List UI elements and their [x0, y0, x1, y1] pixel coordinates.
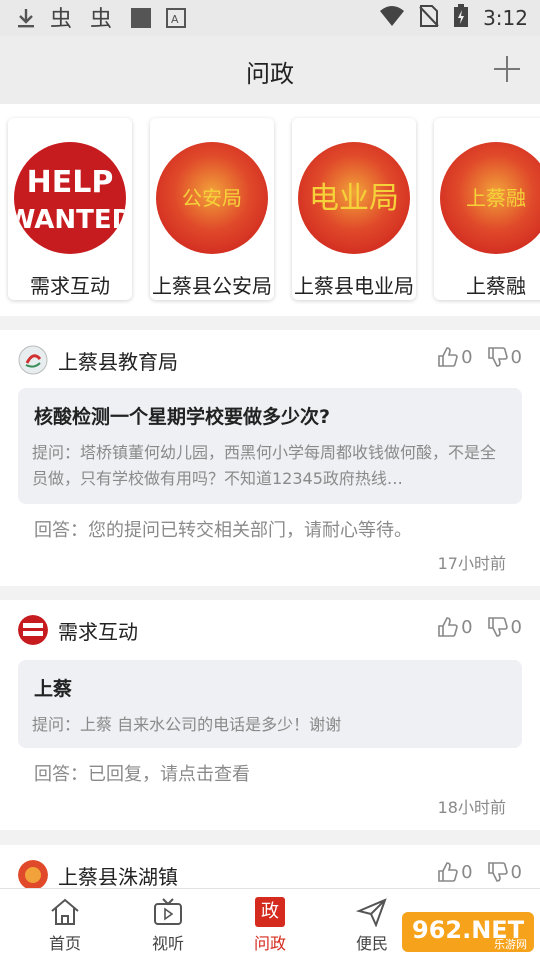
- answer-text: 回答：您的提问已转交相关部门，请耐心等待。: [34, 520, 412, 541]
- department-card-media[interactable]: 上蔡融 上蔡融: [434, 118, 540, 300]
- nav-media[interactable]: 视听: [133, 897, 203, 954]
- svg-text:电业局: 电业局: [309, 181, 399, 216]
- nav-wenzheng[interactable]: 政 问政: [235, 897, 305, 954]
- nav-home[interactable]: 首页: [30, 897, 100, 954]
- like-button[interactable]: 0: [437, 861, 473, 883]
- post-card[interactable]: 需求互动 0 0 上蔡 提问：上蔡 自来水公司的电话是多少！谢谢 回答：已回复，…: [0, 600, 540, 830]
- nav-services[interactable]: 便民: [337, 897, 407, 954]
- add-button[interactable]: [492, 54, 522, 84]
- send-icon: [356, 898, 387, 927]
- post-source: 上蔡县洙湖镇: [58, 864, 178, 889]
- title-bar: 问政: [0, 36, 540, 104]
- post-source: 需求互动: [58, 619, 138, 644]
- department-card-demand[interactable]: HELP WANTED 需求互动: [8, 118, 132, 300]
- thumbs-up-icon: [438, 347, 458, 367]
- department-name: 上蔡县公安局: [152, 274, 272, 298]
- square-icon: [130, 7, 152, 29]
- watermark-logo: 962.NET 乐游网: [402, 908, 534, 956]
- svg-text:上蔡融: 上蔡融: [466, 186, 526, 210]
- wenzheng-icon: 政: [255, 897, 285, 927]
- status-bar: 虫 虫 A 3:12: [0, 0, 540, 36]
- clock: 3:12: [483, 6, 528, 30]
- police-logo: 公安局: [156, 142, 268, 254]
- help-wanted-logo: HELP WANTED: [14, 142, 126, 254]
- wifi-icon: [379, 5, 405, 31]
- svg-text:A: A: [171, 13, 179, 26]
- department-card-power[interactable]: 电业局 上蔡县电业局: [292, 118, 416, 300]
- question-title: 核酸检测一个星期学校要做多少次?: [34, 406, 331, 428]
- thumbs-up-icon: [438, 617, 458, 637]
- page-title: 问政: [246, 60, 294, 88]
- question-box[interactable]: 核酸检测一个星期学校要做多少次? 提问：塔桥镇董何幼儿园，西黑何小学每周都收钱做…: [18, 388, 522, 504]
- question-body: 提问：上蔡 自来水公司的电话是多少！谢谢: [32, 715, 342, 734]
- post-time: 17小时前: [437, 554, 506, 573]
- avatar: [18, 615, 48, 645]
- svg-text:WANTED: WANTED: [14, 205, 126, 235]
- thumbs-down-icon: [487, 347, 508, 367]
- department-name: 上蔡县电业局: [294, 274, 414, 298]
- plus-icon: [494, 56, 520, 82]
- department-card-police[interactable]: 公安局 上蔡县公安局: [150, 118, 274, 300]
- download-icon: [16, 7, 36, 29]
- like-button[interactable]: 0: [437, 346, 473, 368]
- department-name: 上蔡融: [466, 274, 526, 298]
- home-icon: [51, 898, 79, 925]
- answer-text: 回答：已回复，请点击查看: [34, 764, 250, 785]
- bug-icon-2: 虫: [90, 6, 116, 30]
- dislike-button[interactable]: 0: [487, 346, 522, 368]
- department-name: 需求互动: [30, 274, 110, 298]
- thumbs-down-icon: [487, 617, 508, 637]
- svg-text:乐游网: 乐游网: [494, 938, 527, 951]
- question-title: 上蔡: [34, 678, 73, 700]
- svg-text:HELP: HELP: [27, 165, 114, 200]
- tv-icon: [154, 898, 182, 925]
- bug-icon: 虫: [50, 6, 76, 30]
- svg-text:虫: 虫: [50, 7, 72, 30]
- question-box[interactable]: 上蔡 提问：上蔡 自来水公司的电话是多少！谢谢: [18, 660, 522, 748]
- avatar: [18, 345, 48, 375]
- dislike-button[interactable]: 0: [487, 616, 522, 638]
- svg-text:公安局: 公安局: [182, 186, 242, 210]
- media-logo: 上蔡融: [440, 142, 540, 254]
- thumbs-down-icon: [487, 862, 508, 882]
- question-body: 提问：塔桥镇董何幼儿园，西黑何小学每周都收钱做何酸，不是全员做，只有学校做有用吗…: [32, 443, 497, 488]
- power-bureau-logo: 电业局: [298, 142, 410, 254]
- post-card[interactable]: 上蔡县洙湖镇 0 0: [0, 845, 540, 888]
- no-sim-icon: [419, 4, 439, 32]
- post-card[interactable]: 上蔡县教育局 0 0 核酸检测一个星期学校要做多少次? 提问：塔桥镇董何幼儿园，…: [0, 330, 540, 586]
- post-time: 18小时前: [437, 798, 506, 817]
- post-source: 上蔡县教育局: [58, 349, 178, 374]
- like-button[interactable]: 0: [437, 616, 473, 638]
- thumbs-up-icon: [438, 862, 458, 882]
- svg-text:虫: 虫: [90, 7, 112, 30]
- avatar: [18, 860, 48, 888]
- battery-icon: [453, 4, 469, 32]
- department-carousel[interactable]: HELP WANTED 需求互动 公安局 上蔡县公安局 电业局 上蔡县电业局 上…: [0, 104, 540, 316]
- dislike-button[interactable]: 0: [487, 861, 522, 883]
- font-icon: A: [166, 8, 186, 28]
